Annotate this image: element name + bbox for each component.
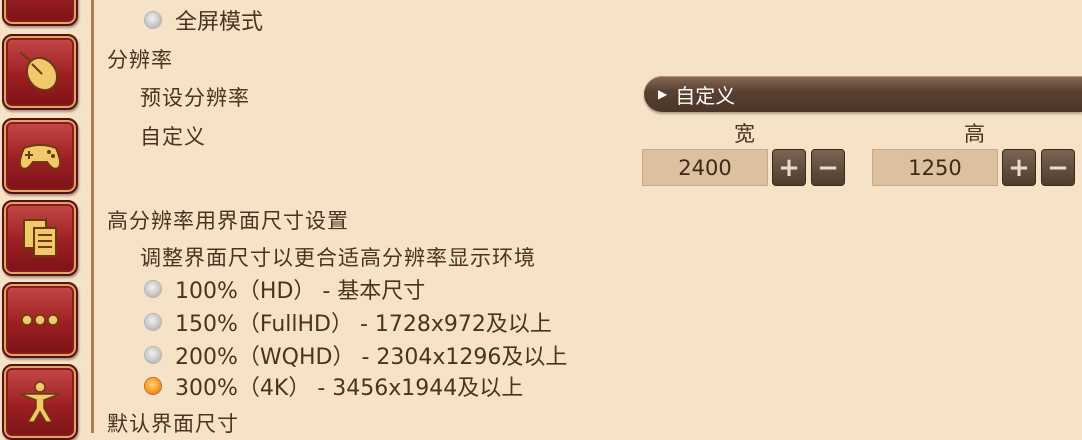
documents-icon <box>14 215 66 261</box>
radio-300-selected[interactable] <box>145 378 161 394</box>
partial-icon <box>14 0 66 11</box>
ui-scale-option-label: 100%（HD） - 基本尺寸 <box>175 279 426 304</box>
width-minus-button[interactable]: − <box>811 149 845 186</box>
sidebar-button-character[interactable] <box>2 364 78 440</box>
resolution-section-title: 分辨率 <box>107 48 173 72</box>
fullscreen-option[interactable]: 全屏模式 <box>145 4 263 36</box>
sidebar <box>0 0 96 440</box>
default-ui-size-section-title: 默认界面尺寸 <box>107 412 239 436</box>
sidebar-button-mouse[interactable] <box>2 34 78 110</box>
width-header: 宽 <box>734 122 755 146</box>
sidebar-button-more[interactable] <box>2 282 78 358</box>
radio-200[interactable] <box>145 347 161 363</box>
ui-scale-description: 调整界面尺寸以更合适高分辨率显示环境 <box>140 246 536 270</box>
ui-scale-option-300[interactable]: 300%（4K） - 3456x1944及以上 <box>145 370 523 402</box>
ui-scale-option-100[interactable]: 100%（HD） - 基本尺寸 <box>145 273 425 305</box>
height-plus-button[interactable]: + <box>1002 149 1036 186</box>
sidebar-button-gamepad[interactable] <box>2 118 78 194</box>
fullscreen-label: 全屏模式 <box>175 10 264 35</box>
height-header: 高 <box>964 122 985 146</box>
sidebar-button-top[interactable] <box>2 0 78 26</box>
height-minus-button[interactable]: − <box>1041 149 1075 186</box>
radio-fullscreen[interactable] <box>145 12 161 28</box>
ui-scale-option-150[interactable]: 150%（FullHD） - 1728x972及以上 <box>145 306 552 338</box>
height-input[interactable]: 1250 <box>872 149 998 186</box>
more-icon <box>14 297 66 343</box>
sidebar-button-documents[interactable] <box>2 200 78 276</box>
width-plus-button[interactable]: + <box>772 149 806 186</box>
ui-scale-option-label: 200%（WQHD） - 2304x1296及以上 <box>175 345 568 370</box>
preset-resolution-label: 预设分辨率 <box>140 86 250 110</box>
custom-resolution-label: 自定义 <box>140 125 206 149</box>
width-input[interactable]: 2400 <box>642 149 768 186</box>
radio-100[interactable] <box>145 281 161 297</box>
ui-scale-option-200[interactable]: 200%（WQHD） - 2304x1296及以上 <box>145 339 567 371</box>
character-icon <box>14 379 66 425</box>
ui-scale-section-title: 高分辨率用界面尺寸设置 <box>107 209 349 233</box>
sidebar-divider <box>91 0 94 433</box>
mouse-icon <box>14 49 66 95</box>
gamepad-icon <box>14 133 66 179</box>
preset-resolution-value: 自定义 <box>675 83 736 108</box>
ui-scale-option-label: 300%（4K） - 3456x1944及以上 <box>175 376 524 401</box>
ui-scale-option-label: 150%（FullHD） - 1728x972及以上 <box>175 312 552 337</box>
preset-resolution-dropdown[interactable]: ▶ 自定义 <box>644 76 1082 112</box>
triangle-right-icon: ▶ <box>658 87 668 101</box>
radio-150[interactable] <box>145 314 161 330</box>
